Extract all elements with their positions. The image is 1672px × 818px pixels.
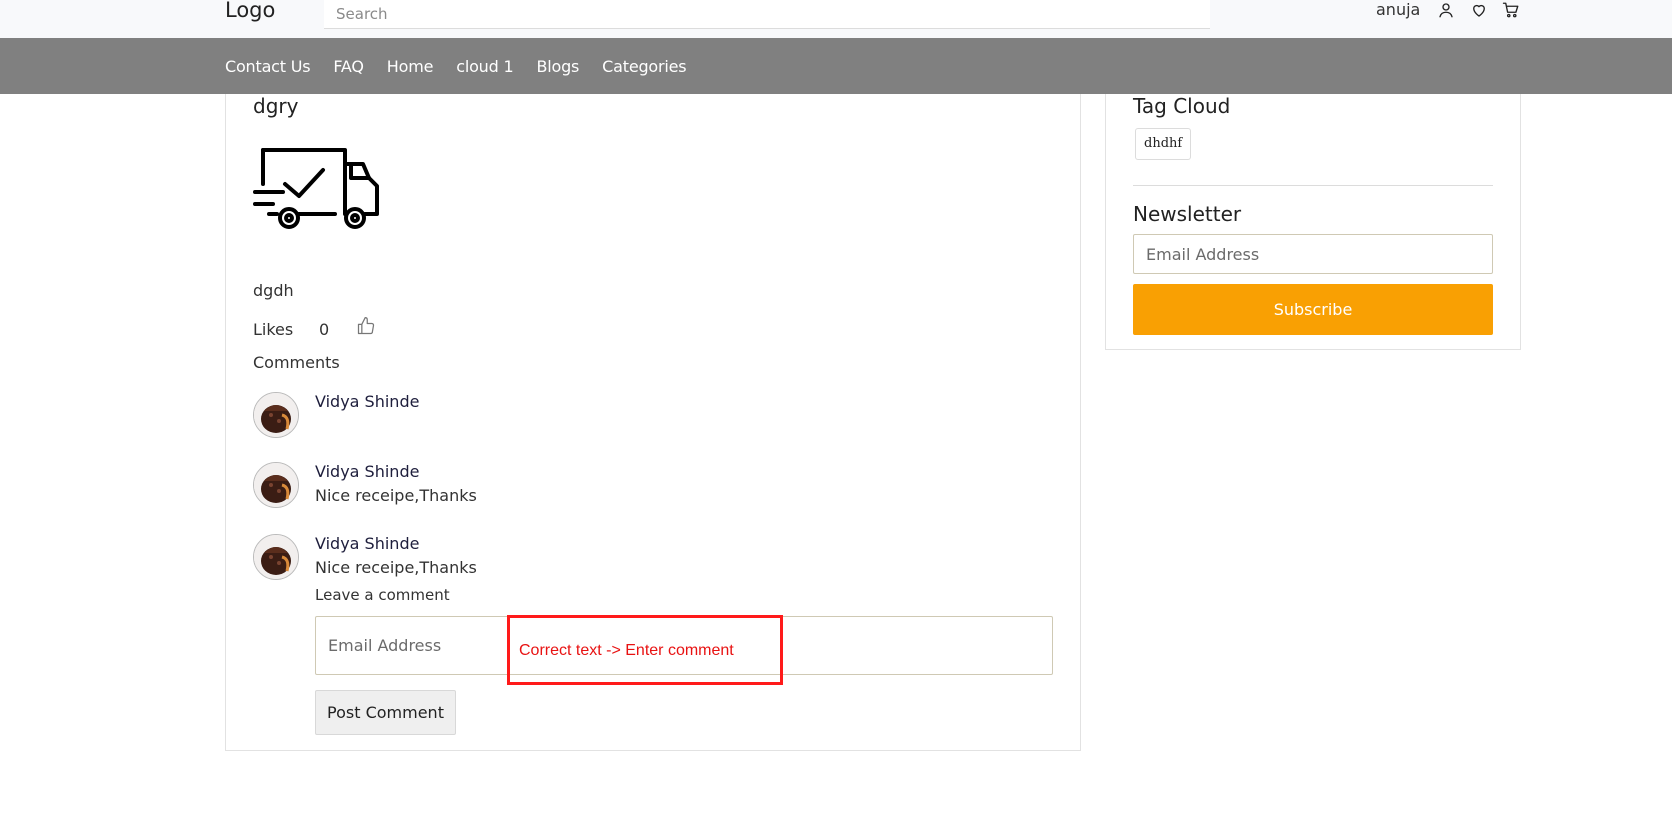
nav-item-home[interactable]: Home: [387, 57, 434, 76]
thumbs-up-icon[interactable]: [356, 316, 376, 336]
likes-label: Likes: [253, 320, 294, 339]
tag-item[interactable]: dhdhf: [1135, 128, 1192, 160]
main-navbar: Contact Us FAQ Home cloud 1 Blogs Catego…: [0, 38, 1672, 94]
tag-cloud-title: Tag Cloud: [1133, 94, 1231, 118]
heart-icon[interactable]: [1470, 1, 1488, 19]
nav-menu: Contact Us FAQ Home cloud 1 Blogs Catego…: [225, 38, 687, 94]
comment-author: Vidya Shinde: [315, 534, 420, 553]
subscribe-button[interactable]: Subscribe: [1133, 284, 1493, 335]
sidebar: Tag Cloud dhdhf Newsletter Subscribe: [1105, 94, 1521, 350]
comment-author: Vidya Shinde: [315, 392, 420, 411]
annotation-text: Correct text -> Enter comment: [519, 642, 734, 659]
comment-text: Nice receipe,Thanks: [315, 486, 477, 505]
comments-heading: Comments: [253, 353, 340, 372]
comment-author: Vidya Shinde: [315, 462, 420, 481]
user-name[interactable]: anuja: [1376, 0, 1420, 19]
annotation-box: Correct text -> Enter comment: [507, 615, 783, 685]
nav-item-cloud-1[interactable]: cloud 1: [456, 57, 513, 76]
divider: [1133, 185, 1493, 186]
likes-count: 0: [319, 320, 330, 339]
post-title: dgry: [253, 94, 299, 118]
cart-icon[interactable]: [1502, 1, 1520, 19]
nav-item-categories[interactable]: Categories: [602, 57, 686, 76]
nav-item-faq[interactable]: FAQ: [333, 57, 364, 76]
newsletter-email-input[interactable]: [1133, 234, 1493, 274]
post-body: dgdh: [253, 281, 294, 300]
avatar: [253, 392, 299, 438]
search-input[interactable]: [324, 0, 1210, 29]
leave-comment-label: Leave a comment: [315, 586, 450, 604]
logo[interactable]: Logo: [225, 0, 275, 22]
avatar: [253, 462, 299, 508]
nav-item-blogs[interactable]: Blogs: [536, 57, 579, 76]
top-header: Logo anuja: [0, 0, 1672, 38]
user-icon[interactable]: [1437, 1, 1455, 19]
avatar: [253, 534, 299, 580]
comment-text: Nice receipe,Thanks: [315, 558, 477, 577]
delivery-truck-check-icon: [253, 146, 383, 232]
post-comment-button[interactable]: Post Comment: [315, 690, 456, 735]
nav-item-contact-us[interactable]: Contact Us: [225, 57, 311, 76]
newsletter-title: Newsletter: [1133, 202, 1242, 226]
